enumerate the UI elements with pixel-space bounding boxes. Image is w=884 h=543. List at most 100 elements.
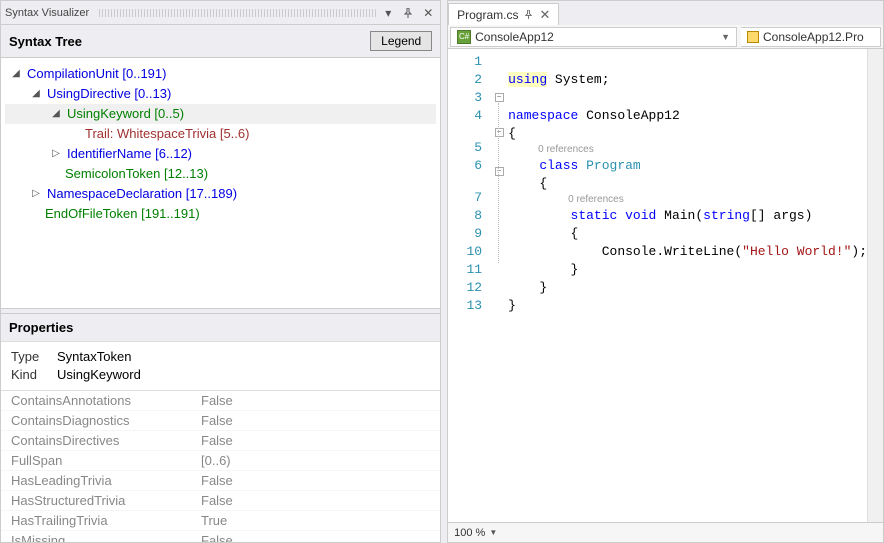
vertical-scrollbar[interactable] — [867, 49, 883, 522]
pin-icon[interactable] — [524, 10, 533, 19]
close-icon[interactable]: ✕ — [420, 5, 436, 21]
property-row[interactable]: IsMissingFalse — [1, 531, 440, 542]
panel-titlebar: Syntax Visualizer ▾ ✕ — [1, 1, 440, 25]
editor-panel: Program.cs ✕ C# ConsoleApp12 ▼ ConsoleAp… — [447, 0, 884, 543]
editor-tabstrip: Program.cs ✕ — [448, 1, 883, 25]
property-row[interactable]: ContainsDiagnosticsFalse — [1, 411, 440, 431]
line-number: 3 — [452, 89, 482, 107]
fold-column[interactable]: − − − — [490, 49, 508, 522]
properties-title: Properties — [9, 320, 432, 335]
legend-button[interactable]: Legend — [370, 31, 432, 51]
tree-node-identifier-name[interactable]: ▷ IdentifierName [6..12) — [5, 144, 436, 164]
tree-node-compilation-unit[interactable]: ◢ CompilationUnit [0..191) — [5, 64, 436, 84]
tree-node-label: CompilationUnit [0..191) — [25, 64, 168, 84]
property-row[interactable]: HasTrailingTriviaTrue — [1, 511, 440, 531]
close-tab-icon[interactable]: ✕ — [539, 7, 550, 23]
fold-toggle[interactable]: − — [495, 93, 504, 102]
property-row[interactable]: HasLeadingTriviaFalse — [1, 471, 440, 491]
expander-icon[interactable]: ◢ — [9, 67, 23, 81]
fold-toggle[interactable]: − — [495, 128, 504, 137]
tree-node-label: IdentifierName [6..12) — [65, 144, 194, 164]
tree-node-semicolon-token[interactable]: SemicolonToken [12..13) — [5, 164, 436, 184]
navigation-bar: C# ConsoleApp12 ▼ ConsoleApp12.Pro — [448, 25, 883, 49]
property-value: False — [201, 491, 430, 510]
properties-summary: Type SyntaxToken Kind UsingKeyword — [1, 342, 440, 390]
zoom-bar: 100 % ▼ — [448, 522, 883, 542]
line-number: 6 — [452, 157, 482, 175]
tree-node-label: UsingKeyword [0..5) — [65, 104, 186, 124]
type-label: Type — [11, 348, 47, 366]
line-number: 4 — [452, 107, 482, 125]
syntax-tree[interactable]: ◢ CompilationUnit [0..191) ◢ UsingDirect… — [1, 58, 440, 308]
property-key: ContainsDiagnostics — [11, 411, 201, 430]
line-number: 12 — [452, 279, 482, 297]
property-key: HasTrailingTrivia — [11, 511, 201, 530]
tree-node-label: SemicolonToken [12..13) — [63, 164, 210, 184]
code-content[interactable]: using System; namespace ConsoleApp12 { 0… — [508, 49, 867, 522]
properties-panel: Properties Type SyntaxToken Kind UsingKe… — [1, 314, 440, 542]
kind-label: Kind — [11, 366, 47, 384]
property-value: [0..6) — [201, 451, 430, 470]
editor-tab[interactable]: Program.cs ✕ — [448, 3, 559, 25]
property-key: IsMissing — [11, 531, 201, 542]
namespace-icon — [747, 31, 759, 43]
project-combo[interactable]: C# ConsoleApp12 ▼ — [450, 27, 737, 47]
tree-node-eof-token[interactable]: EndOfFileToken [191..191) — [5, 204, 436, 224]
syntax-tree-header: Syntax Tree Legend — [1, 25, 440, 58]
scope-name: ConsoleApp12.Pro — [763, 30, 864, 44]
expander-icon[interactable]: ▷ — [29, 187, 43, 201]
property-value: False — [201, 531, 430, 542]
line-number: 9 — [452, 225, 482, 243]
line-number: 11 — [452, 261, 482, 279]
line-number: 7 — [452, 189, 482, 207]
line-number: 2 — [452, 71, 482, 89]
project-name: ConsoleApp12 — [475, 30, 554, 44]
tree-node-label: NamespaceDeclaration [17..189) — [45, 184, 239, 204]
expander-icon[interactable]: ▷ — [49, 147, 63, 161]
scope-combo[interactable]: ConsoleApp12.Pro — [741, 27, 881, 47]
property-value: False — [201, 391, 430, 410]
panel-title: Syntax Visualizer — [5, 7, 95, 19]
property-row[interactable]: HasStructuredTriviaFalse — [1, 491, 440, 511]
csharp-icon: C# — [457, 30, 471, 44]
zoom-level[interactable]: 100 % — [454, 527, 485, 539]
property-key: ContainsDirectives — [11, 431, 201, 450]
property-value: False — [201, 411, 430, 430]
tree-node-using-keyword[interactable]: ◢ UsingKeyword [0..5) — [5, 104, 436, 124]
line-number-gutter: 12345678910111213 — [448, 49, 490, 522]
syntax-tree-title: Syntax Tree — [9, 34, 370, 49]
line-number: 5 — [452, 139, 482, 157]
property-value: False — [201, 431, 430, 450]
line-number: 10 — [452, 243, 482, 261]
tree-node-label: EndOfFileToken [191..191) — [43, 204, 202, 224]
chevron-down-icon: ▼ — [721, 32, 730, 42]
property-key: HasLeadingTrivia — [11, 471, 201, 490]
type-value: SyntaxToken — [57, 348, 131, 366]
properties-header: Properties — [1, 314, 440, 342]
property-value: True — [201, 511, 430, 530]
line-number: 8 — [452, 207, 482, 225]
tree-node-namespace-declaration[interactable]: ▷ NamespaceDeclaration [17..189) — [5, 184, 436, 204]
tree-node-using-directive[interactable]: ◢ UsingDirective [0..13) — [5, 84, 436, 104]
pin-icon[interactable] — [400, 5, 416, 21]
expander-icon[interactable]: ◢ — [49, 107, 63, 121]
tree-node-whitespace-trivia[interactable]: Trail: WhitespaceTrivia [5..6) — [5, 124, 436, 144]
dropdown-icon[interactable]: ▾ — [380, 5, 396, 21]
kind-value: UsingKeyword — [57, 366, 141, 384]
property-row[interactable]: FullSpan[0..6) — [1, 451, 440, 471]
property-key: ContainsAnnotations — [11, 391, 201, 410]
titlebar-grip — [99, 9, 376, 17]
chevron-down-icon[interactable]: ▼ — [489, 528, 497, 537]
syntax-visualizer-panel: Syntax Visualizer ▾ ✕ Syntax Tree Legend… — [0, 0, 441, 543]
property-key: FullSpan — [11, 451, 201, 470]
property-key: HasStructuredTrivia — [11, 491, 201, 510]
line-number: 13 — [452, 297, 482, 315]
code-editor[interactable]: 12345678910111213 − − − using System; na… — [448, 49, 883, 522]
property-row[interactable]: ContainsAnnotationsFalse — [1, 391, 440, 411]
property-row[interactable]: ContainsDirectivesFalse — [1, 431, 440, 451]
properties-grid[interactable]: ContainsAnnotationsFalseContainsDiagnost… — [1, 390, 440, 542]
tree-node-label: UsingDirective [0..13) — [45, 84, 173, 104]
tab-label: Program.cs — [457, 8, 518, 22]
fold-toggle[interactable]: − — [495, 167, 504, 176]
expander-icon[interactable]: ◢ — [29, 87, 43, 101]
